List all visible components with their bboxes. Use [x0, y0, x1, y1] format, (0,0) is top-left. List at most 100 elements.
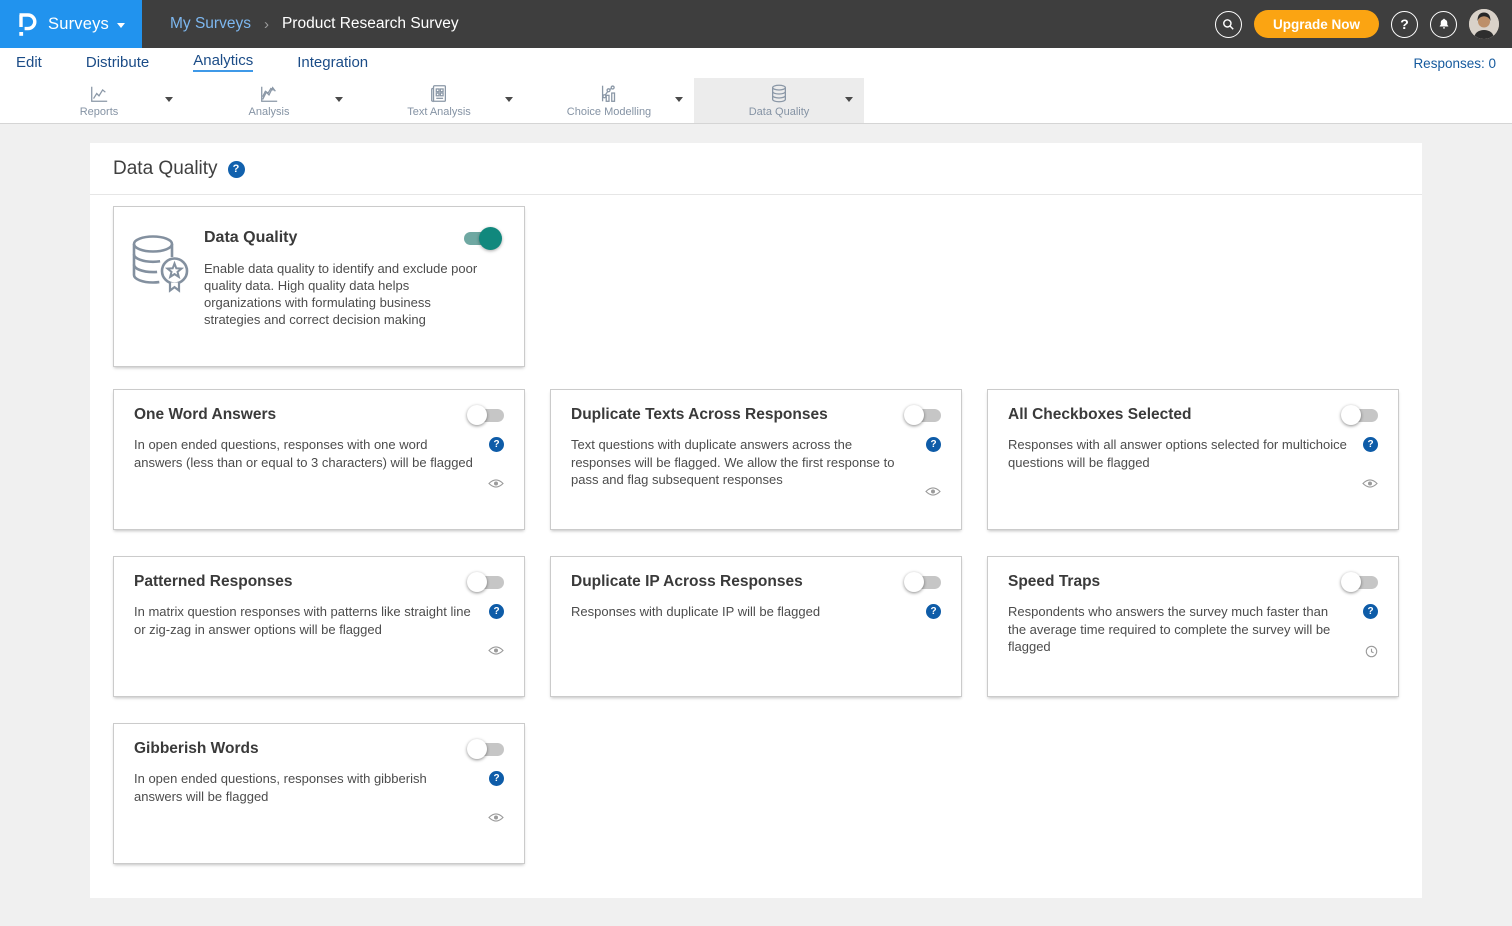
card-title: Duplicate IP Across Responses — [571, 573, 803, 591]
scatter-chart-icon — [598, 83, 620, 104]
toggle-knob — [1341, 572, 1361, 592]
card-description: In open ended questions, responses with … — [134, 436, 489, 471]
text-analysis-dropdown-caret-icon[interactable] — [505, 97, 513, 102]
card-speed-traps: Speed Traps Respondents who answers the … — [987, 556, 1399, 697]
card-one-word-answers: One Word Answers In open ended questions… — [113, 389, 525, 530]
preview-eye-icon[interactable] — [925, 486, 941, 497]
card-title: One Word Answers — [134, 406, 276, 424]
choice-modelling-dropdown-caret-icon[interactable] — [675, 97, 683, 102]
line-chart-icon — [88, 83, 110, 104]
toolbar-item-analysis[interactable]: Analysis — [184, 78, 354, 123]
card-help-icon[interactable]: ? — [1363, 604, 1378, 619]
toolbar-label-text-analysis: Text Analysis — [407, 106, 471, 118]
preview-eye-icon[interactable] — [488, 478, 504, 489]
analysis-dropdown-caret-icon[interactable] — [335, 97, 343, 102]
search-button[interactable] — [1215, 11, 1242, 38]
survey-section-tabs: Edit Distribute Analytics Integration Re… — [0, 48, 1512, 78]
data-quality-toggle[interactable] — [464, 232, 499, 245]
notifications-button[interactable] — [1430, 11, 1457, 38]
help-button[interactable]: ? — [1391, 11, 1418, 38]
tab-analytics[interactable]: Analytics — [193, 52, 253, 72]
toggle-knob — [479, 227, 502, 250]
toolbar-item-text-analysis[interactable]: Text Analysis — [354, 78, 524, 123]
data-quality-dropdown-caret-icon[interactable] — [845, 97, 853, 102]
topbar-actions: Upgrade Now ? — [1203, 9, 1512, 39]
card-help-icon[interactable]: ? — [1363, 437, 1378, 452]
data-quality-master-card: Data Quality Enable data quality to iden… — [113, 206, 525, 367]
time-settings-clock-icon[interactable] — [1365, 645, 1378, 658]
card-help-icon[interactable]: ? — [489, 437, 504, 452]
card-description: Responses with all answer options select… — [1008, 436, 1363, 471]
breadcrumb-survey-title: Product Research Survey — [282, 15, 459, 33]
app-logo-menu[interactable]: Surveys — [0, 0, 142, 48]
card-title: Speed Traps — [1008, 573, 1100, 591]
analytics-toolbar: Reports Analysis Text Analysis Choice Mo… — [0, 78, 1512, 124]
database-icon — [769, 83, 789, 104]
preview-eye-icon[interactable] — [488, 645, 504, 656]
breadcrumb-separator: › — [264, 16, 269, 33]
master-card-description: Enable data quality to identify and excl… — [204, 260, 487, 328]
toggle-knob — [467, 739, 487, 759]
topbar: Surveys My Surveys › Product Research Su… — [0, 0, 1512, 48]
toolbar-item-data-quality[interactable]: Data Quality — [694, 78, 864, 123]
card-title: Duplicate Texts Across Responses — [571, 406, 828, 424]
toggle-knob — [904, 405, 924, 425]
card-duplicate-texts: Duplicate Texts Across Responses Text qu… — [550, 389, 962, 530]
card-help-icon[interactable]: ? — [489, 771, 504, 786]
page-help-icon[interactable]: ? — [228, 161, 245, 178]
card-title: All Checkboxes Selected — [1008, 406, 1192, 424]
responses-count: Responses: 0 — [1413, 56, 1496, 72]
search-icon — [1221, 17, 1236, 32]
card-help-icon[interactable]: ? — [926, 437, 941, 452]
card-all-checkboxes: All Checkboxes Selected Responses with a… — [987, 389, 1399, 530]
multi-line-chart-icon — [258, 83, 280, 104]
user-avatar[interactable] — [1469, 9, 1499, 39]
gibberish-words-toggle[interactable] — [469, 743, 504, 756]
tab-distribute[interactable]: Distribute — [86, 54, 149, 72]
upgrade-now-button[interactable]: Upgrade Now — [1254, 10, 1379, 38]
card-gibberish-words: Gibberish Words In open ended questions,… — [113, 723, 525, 864]
card-title: Gibberish Words — [134, 740, 259, 758]
app-switcher-caret-icon[interactable] — [117, 23, 125, 28]
toggle-knob — [467, 405, 487, 425]
toggle-knob — [904, 572, 924, 592]
toolbar-label-choice-modelling: Choice Modelling — [567, 106, 651, 118]
card-description: Respondents who answers the survey much … — [1008, 603, 1363, 656]
card-description: Responses with duplicate IP will be flag… — [571, 603, 926, 621]
card-patterned-responses: Patterned Responses In matrix question r… — [113, 556, 525, 697]
toolbar-item-choice-modelling[interactable]: Choice Modelling — [524, 78, 694, 123]
toolbar-label-reports: Reports — [80, 106, 119, 118]
duplicate-ip-toggle[interactable] — [906, 576, 941, 589]
patterned-responses-toggle[interactable] — [469, 576, 504, 589]
card-description: In open ended questions, responses with … — [134, 770, 489, 805]
duplicate-texts-toggle[interactable] — [906, 409, 941, 422]
card-description: Text questions with duplicate answers ac… — [571, 436, 926, 489]
speed-traps-toggle[interactable] — [1343, 576, 1378, 589]
all-checkboxes-toggle[interactable] — [1343, 409, 1378, 422]
avatar-photo — [1469, 9, 1499, 39]
master-card-title: Data Quality — [204, 229, 508, 247]
tab-edit[interactable]: Edit — [16, 54, 42, 72]
card-duplicate-ip: Duplicate IP Across Responses Responses … — [550, 556, 962, 697]
breadcrumb-my-surveys[interactable]: My Surveys — [170, 15, 251, 33]
question-mark-icon: ? — [1400, 16, 1409, 32]
card-help-icon[interactable]: ? — [926, 604, 941, 619]
reports-dropdown-caret-icon[interactable] — [165, 97, 173, 102]
feature-cards-grid: One Word Answers In open ended questions… — [113, 389, 1399, 864]
questionpro-logo-icon — [15, 11, 39, 38]
page-title: Data Quality — [113, 158, 218, 180]
database-badge-icon — [128, 229, 204, 366]
toolbar-item-reports[interactable]: Reports — [14, 78, 184, 123]
toolbar-label-data-quality: Data Quality — [749, 106, 810, 118]
one-word-answers-toggle[interactable] — [469, 409, 504, 422]
bell-icon — [1437, 17, 1451, 31]
toggle-knob — [467, 572, 487, 592]
toggle-knob — [1341, 405, 1361, 425]
preview-eye-icon[interactable] — [488, 812, 504, 823]
breadcrumb: My Surveys › Product Research Survey — [170, 15, 459, 33]
toolbar-label-analysis: Analysis — [249, 106, 290, 118]
card-help-icon[interactable]: ? — [489, 604, 504, 619]
preview-eye-icon[interactable] — [1362, 478, 1378, 489]
tab-integration[interactable]: Integration — [297, 54, 368, 72]
panel-header: Data Quality ? — [90, 143, 1422, 195]
